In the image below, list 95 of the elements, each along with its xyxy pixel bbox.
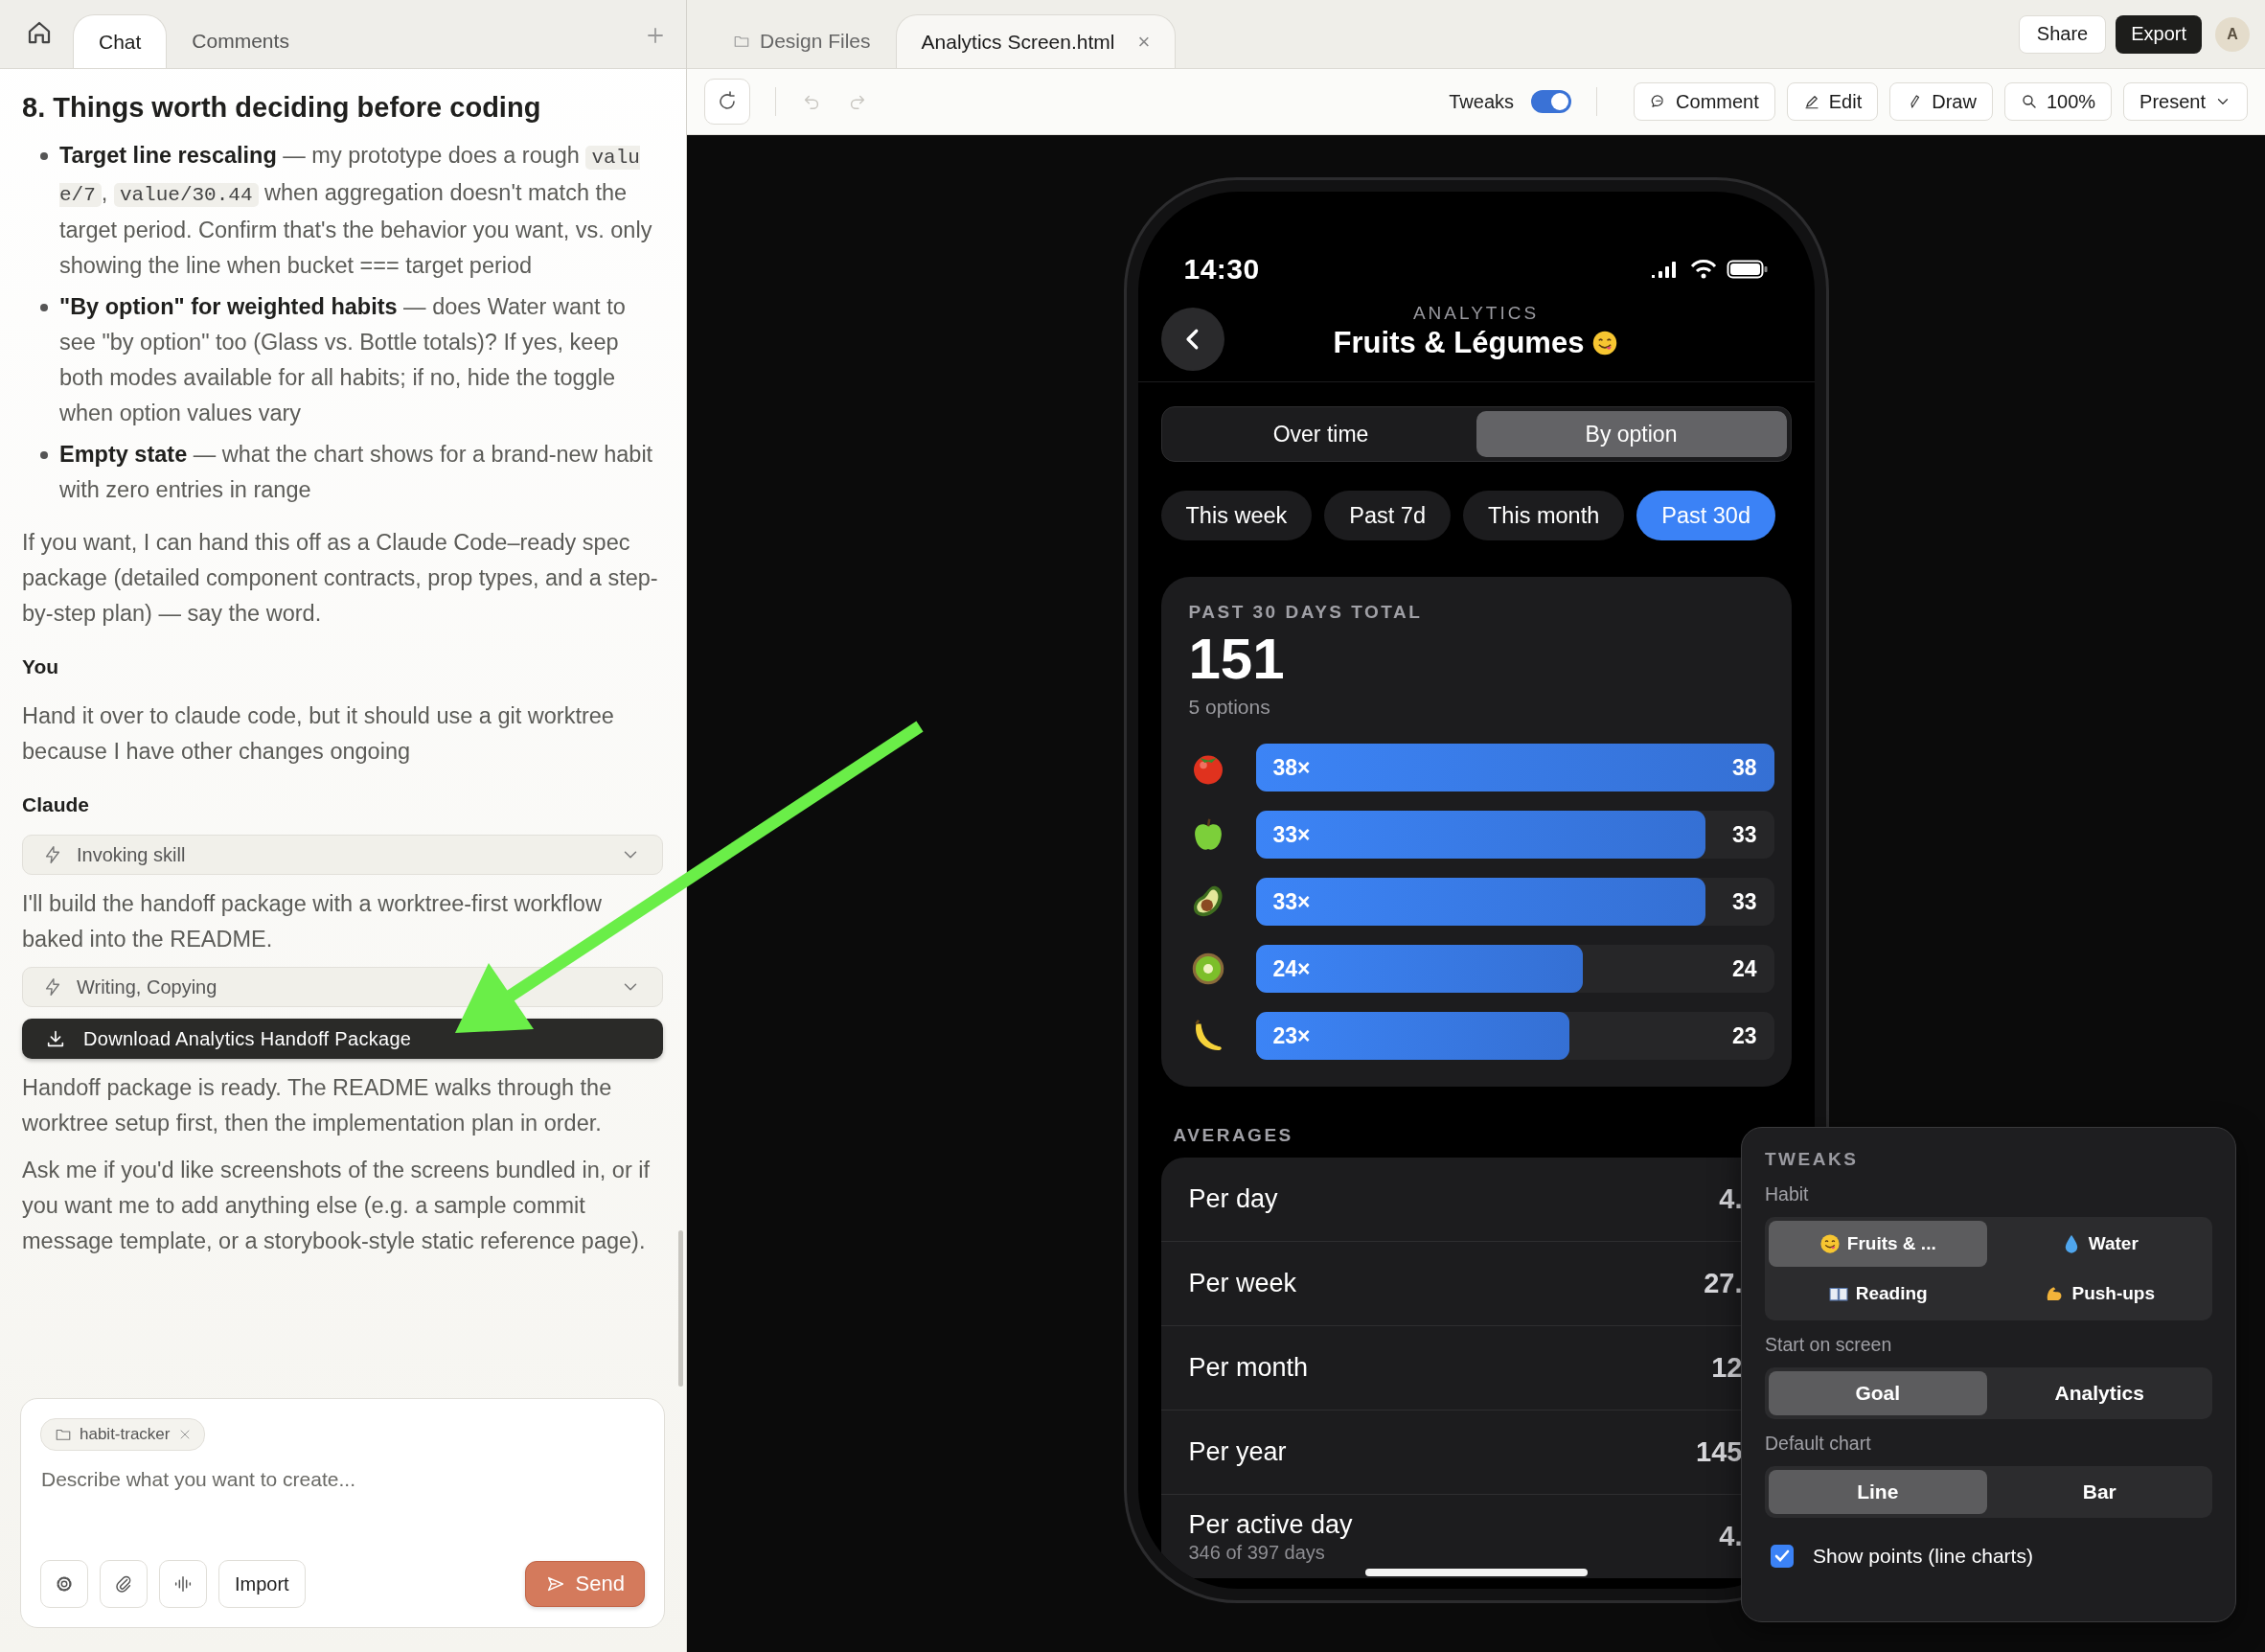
search-icon	[2020, 93, 2038, 110]
average-value: 27.	[1704, 1268, 1743, 1299]
bar-count: 38	[1731, 754, 1757, 782]
download-icon	[45, 1028, 66, 1049]
battery-icon	[1726, 259, 1769, 280]
tweaks-toggle[interactable]	[1531, 90, 1572, 113]
view-mode-tab[interactable]: Over time	[1165, 411, 1476, 457]
range-chip[interactable]: This month	[1463, 491, 1625, 540]
voice-button[interactable]	[159, 1560, 207, 1608]
bar-count: 33	[1731, 821, 1757, 849]
average-value: 145	[1696, 1436, 1743, 1468]
range-chip[interactable]: This week	[1160, 491, 1313, 540]
attach-button[interactable]	[100, 1560, 148, 1608]
file-tab[interactable]: Design Files	[708, 14, 896, 68]
bar-count: 24	[1731, 955, 1757, 983]
group-label: Habit	[1765, 1183, 1810, 1205]
average-label: Per year	[1188, 1437, 1287, 1467]
import-button[interactable]: Import	[218, 1560, 306, 1608]
option-button[interactable]: Analytics	[1990, 1371, 2208, 1415]
group-label: Start on screen	[1765, 1334, 1893, 1356]
edit-button[interactable]: Edit	[1786, 82, 1879, 121]
bar-count: 33	[1731, 888, 1757, 916]
pen-icon	[1802, 93, 1820, 110]
file-tab[interactable]: Analytics Screen.html ×	[895, 14, 1177, 68]
draw-button[interactable]: Draw	[1889, 82, 1993, 121]
total-caption: 5 options	[1188, 696, 1271, 719]
range-chip[interactable]: Past 30d	[1636, 491, 1775, 540]
user-avatar[interactable]: A	[2215, 16, 2250, 52]
smiley-icon	[1819, 1233, 1841, 1254]
group-label: Default chart	[1765, 1433, 1872, 1455]
total-label: PAST 30 DAYS TOTAL	[1188, 602, 1424, 623]
checkbox-label: Show points (line charts)	[1813, 1545, 2033, 1568]
total-value: 151	[1188, 629, 1286, 690]
tool-step-row[interactable]: Writing, Copying	[22, 967, 663, 1007]
average-label: Per day	[1188, 1184, 1278, 1214]
status-time: 14:30	[1183, 253, 1260, 286]
bullet-icon	[40, 304, 48, 311]
message-input[interactable]: Describe what you want to create...	[40, 1468, 645, 1526]
average-label: Per active day	[1188, 1509, 1353, 1540]
settings-button[interactable]	[40, 1560, 88, 1608]
option-button[interactable]: Fruits & ...	[1769, 1221, 1987, 1267]
message-text: I'll build the handoff package with a worktree-first workflow baked into the README.	[22, 890, 603, 953]
export-button[interactable]: Export	[2116, 14, 2202, 54]
chat-tab[interactable]: Chat	[73, 14, 168, 68]
bullet-text: Target line rescaling — my prototype does a rough value/7 , value/30.44 when aggregation doesn't match the target period. Confirm that's the behavior you want, vs. only showing the line when bucket === target period	[59, 142, 653, 280]
bullet-icon	[40, 152, 48, 160]
range-chip[interactable]: Past 7d	[1324, 491, 1451, 540]
zoom-button[interactable]: 100%	[2003, 82, 2113, 121]
section-label: AVERAGES	[1173, 1125, 1294, 1146]
message-text: Hand it over to claude code, but it should use a git worktree because I have other changes ongoing	[22, 702, 615, 766]
option-button[interactable]: Push-ups	[1990, 1271, 2208, 1317]
speaker-name: You	[22, 654, 60, 679]
tweaks-label: Tweaks	[1449, 90, 1515, 113]
message-text: Handoff package is ready. The README walks through the worktree setup first, then the implementation plan in order.	[22, 1074, 613, 1137]
bullet-text: "By option" for weighted habits — does Water want to see "by option" too (Glass vs. Bottle totals)? If yes, keep both modes available for all habits; if no, hide the toggle when option values vary	[59, 293, 627, 427]
option-button[interactable]: Water	[1990, 1221, 2208, 1267]
reload-button[interactable]	[704, 79, 750, 125]
tool-step-row[interactable]: Invoking skill	[22, 835, 663, 875]
bar-label: 38×	[1272, 754, 1311, 782]
share-button[interactable]: Share	[2018, 14, 2107, 54]
option-button[interactable]: Reading	[1769, 1271, 1987, 1317]
bullet-icon	[40, 451, 48, 459]
bar-label: 33×	[1272, 888, 1311, 916]
bar-count: 23	[1731, 1022, 1757, 1050]
average-value: 4.	[1719, 1521, 1743, 1552]
scrollbar[interactable]	[678, 1230, 683, 1387]
checkbox[interactable]	[1771, 1545, 1794, 1568]
speaker-name: Claude	[22, 792, 90, 817]
chat-tab[interactable]: Comments	[167, 14, 314, 68]
panel-title: TWEAKS	[1765, 1149, 1860, 1170]
option-button[interactable]: Bar	[1990, 1470, 2208, 1514]
message-text: Ask me if you'd like screenshots of the screens bundled in, or if you want me to add anything else (e.g. a sample commit message template, or a storybook-style static reference page).	[22, 1157, 651, 1255]
average-label: Per month	[1188, 1353, 1309, 1383]
present-button[interactable]: Present	[2123, 82, 2248, 121]
bar-label: 23×	[1272, 1022, 1311, 1050]
wifi-icon	[1689, 259, 1717, 280]
waveform-icon	[172, 1573, 194, 1595]
screen-title: Fruits & Légumes	[1333, 326, 1585, 360]
bar-label: 33×	[1272, 821, 1311, 849]
average-caption: 346 of 397 days	[1188, 1541, 1326, 1564]
option-button[interactable]: Goal	[1769, 1371, 1987, 1415]
smiley-icon	[1591, 330, 1619, 356]
section-heading: 8. Things worth deciding before coding	[22, 91, 542, 125]
bar-label: 24×	[1272, 955, 1311, 983]
average-label: Per week	[1188, 1269, 1297, 1298]
average-value: 12	[1711, 1352, 1743, 1384]
message-text: If you want, I can hand this off as a Claude Code–ready spec package (detailed component contracts, prop types, and a step-by-step plan) — say the word.	[22, 529, 659, 628]
comment-button[interactable]: Comment	[1634, 82, 1775, 121]
view-mode-tab[interactable]: By option	[1476, 411, 1787, 457]
average-value: 4.	[1719, 1183, 1743, 1215]
bullet-text: Empty state — what the chart shows for a brand-new habit with zero entries in range	[59, 441, 654, 504]
screen-eyebrow: ANALYTICS	[1412, 303, 1540, 324]
project-chip[interactable]: habit-tracker	[40, 1418, 206, 1451]
download-button[interactable]: Download Analytics Handoff Package	[22, 1019, 663, 1059]
option-button[interactable]: Line	[1769, 1470, 1987, 1514]
